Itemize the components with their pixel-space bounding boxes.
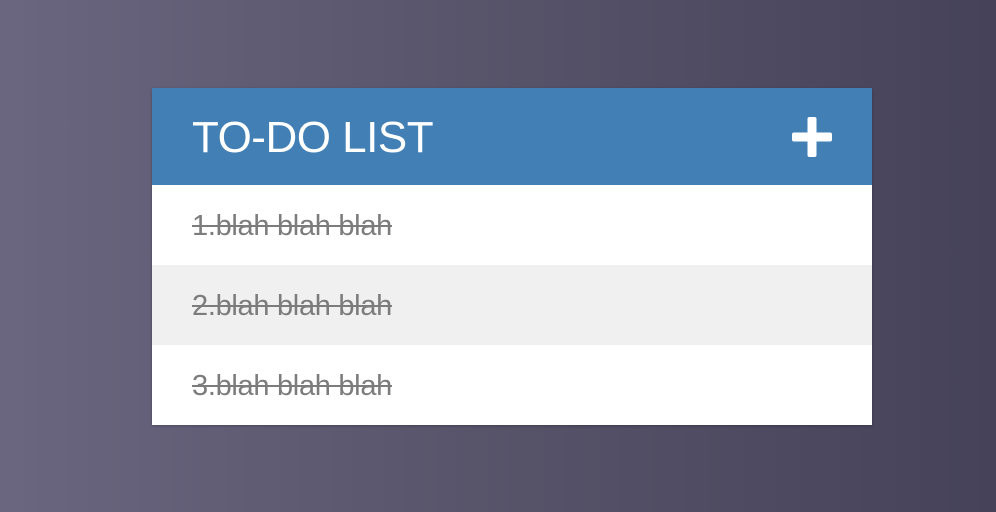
- todo-item-1[interactable]: 1.blah blah blah: [152, 185, 872, 265]
- add-item-button[interactable]: [790, 115, 834, 159]
- todo-title: TO-DO LIST: [192, 112, 434, 162]
- todo-header: TO-DO LIST: [152, 88, 872, 185]
- todo-card: TO-DO LIST 1.blah blah blah 2.blah blah …: [152, 88, 872, 425]
- todo-item-text: 1.blah blah blah: [192, 209, 392, 242]
- plus-icon: [792, 116, 832, 157]
- todo-item-2[interactable]: 2.blah blah blah: [152, 265, 872, 345]
- todo-item-text: 3.blah blah blah: [192, 369, 392, 402]
- todo-list: 1.blah blah blah 2.blah blah blah 3.blah…: [152, 185, 872, 425]
- todo-item-3[interactable]: 3.blah blah blah: [152, 345, 872, 425]
- todo-item-text: 2.blah blah blah: [192, 289, 392, 322]
